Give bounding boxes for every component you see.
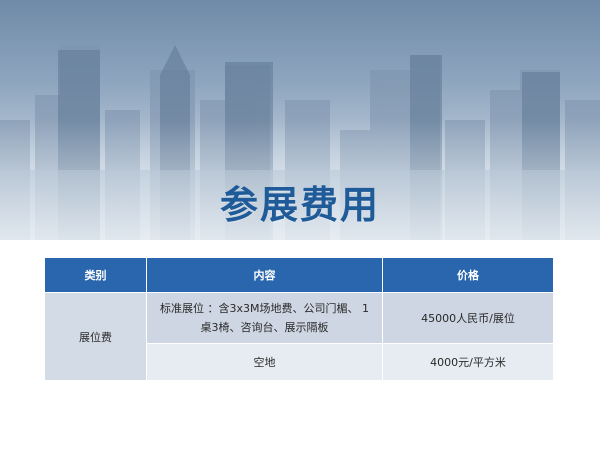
table-header-row: 类别 内容 价格	[44, 257, 554, 293]
page-title: 参展费用	[219, 183, 380, 227]
fee-table: 类别 内容 价格 展位费 标准展位 ：含3x3M场地费、公司门楣、 1桌3椅、咨…	[44, 257, 554, 381]
price-cell: 4000元/平方米	[382, 343, 554, 381]
category-cell: 展位费	[44, 292, 147, 381]
header-category: 类别	[44, 257, 147, 293]
table-row: 展位费 标准展位 ：含3x3M场地费、公司门楣、 1桌3椅、咨询台、展示隔板 4…	[44, 292, 554, 381]
header-content: 内容	[146, 257, 383, 293]
price-cell: 45000人民币/展位	[382, 292, 554, 344]
content-cell: 标准展位 ：含3x3M场地费、公司门楣、 1桌3椅、咨询台、展示隔板	[146, 292, 383, 344]
header-price: 价格	[382, 257, 554, 293]
content-cell: 空地	[146, 343, 383, 381]
